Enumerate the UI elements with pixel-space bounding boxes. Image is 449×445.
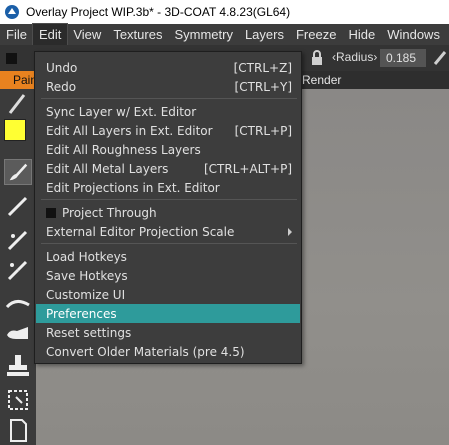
tab-render[interactable]: Render bbox=[302, 71, 341, 89]
menu-windows[interactable]: Windows bbox=[381, 24, 446, 45]
project-through-label: Project Through bbox=[62, 205, 157, 220]
menu-item-redo[interactable]: Redo [CTRL+Y] bbox=[36, 77, 300, 96]
radius-label-text: Radius bbox=[336, 50, 374, 64]
edit-roughness-label: Edit All Roughness Layers bbox=[46, 142, 201, 157]
document-icon[interactable] bbox=[4, 417, 32, 443]
load-hotkeys-label: Load Hotkeys bbox=[46, 249, 127, 264]
tab-paint[interactable]: Paint bbox=[0, 71, 34, 89]
title-bar: Overlay Project WIP.3b* - 3D-COAT 4.8.23… bbox=[0, 0, 449, 24]
menu-separator bbox=[41, 243, 297, 244]
color-swatch[interactable] bbox=[4, 119, 26, 141]
edit-projections-label: Edit Projections in Ext. Editor bbox=[46, 180, 220, 195]
smudge-icon[interactable] bbox=[4, 289, 32, 315]
edit-all-layers-shortcut: [CTRL+P] bbox=[234, 123, 292, 138]
edit-metal-label: Edit All Metal Layers bbox=[46, 161, 169, 176]
customize-ui-label: Customize UI bbox=[46, 287, 126, 302]
stamp-icon[interactable] bbox=[4, 353, 32, 379]
menu-textures[interactable]: Textures bbox=[107, 24, 168, 45]
menu-item-convert-materials[interactable]: Convert Older Materials (pre 4.5) bbox=[36, 342, 300, 361]
menu-item-project-through[interactable]: Project Through bbox=[36, 203, 300, 222]
submenu-arrow-icon bbox=[288, 227, 292, 236]
project-through-wrap: Project Through bbox=[46, 206, 157, 220]
preferences-label: Preferences bbox=[46, 306, 117, 321]
menu-item-customize-ui[interactable]: Customize UI bbox=[36, 285, 300, 304]
ext-projection-scale-label: External Editor Projection Scale bbox=[46, 224, 235, 239]
undo-label: Undo bbox=[46, 60, 78, 75]
menu-separator bbox=[41, 98, 297, 99]
undo-shortcut: [CTRL+Z] bbox=[233, 60, 292, 75]
select-region-icon[interactable] bbox=[4, 387, 32, 413]
menu-item-edit-projections[interactable]: Edit Projections in Ext. Editor bbox=[36, 178, 300, 197]
checkbox-icon[interactable] bbox=[46, 207, 56, 218]
pencil-icon[interactable] bbox=[4, 193, 32, 219]
menu-layers[interactable]: Layers bbox=[239, 24, 290, 45]
redo-label: Redo bbox=[46, 79, 77, 94]
convert-materials-label: Convert Older Materials (pre 4.5) bbox=[46, 344, 245, 359]
redo-shortcut: [CTRL+Y] bbox=[234, 79, 292, 94]
clone-icon[interactable] bbox=[4, 319, 32, 345]
brush-stroke-icon[interactable] bbox=[4, 91, 32, 117]
menu-freeze[interactable]: Freeze bbox=[290, 24, 342, 45]
menu-view[interactable]: View bbox=[67, 24, 107, 45]
menu-item-save-hotkeys[interactable]: Save Hotkeys bbox=[36, 266, 300, 285]
menu-item-preferences[interactable]: Preferences bbox=[36, 304, 300, 323]
pen-icon[interactable] bbox=[432, 49, 448, 67]
menu-edit[interactable]: Edit bbox=[31, 23, 69, 46]
menu-item-edit-roughness[interactable]: Edit All Roughness Layers bbox=[36, 140, 300, 159]
radius-label: ‹Radius› bbox=[332, 50, 378, 64]
edit-metal-shortcut: [CTRL+ALT+P] bbox=[203, 161, 292, 176]
menu-item-reset-settings[interactable]: Reset settings bbox=[36, 323, 300, 342]
radius-input[interactable]: 0.185 bbox=[380, 49, 426, 67]
menu-file[interactable]: File bbox=[0, 24, 33, 45]
menu-hide[interactable]: Hide bbox=[342, 24, 381, 45]
menu-item-edit-metal[interactable]: Edit All Metal Layers [CTRL+ALT+P] bbox=[36, 159, 300, 178]
edit-menu-dropdown: Undo [CTRL+Z] Redo [CTRL+Y] Sync Layer w… bbox=[34, 51, 302, 364]
sync-layer-label: Sync Layer w/ Ext. Editor bbox=[46, 104, 197, 119]
window-title: Overlay Project WIP.3b* - 3D-COAT 4.8.23… bbox=[26, 5, 291, 19]
lock-icon[interactable] bbox=[310, 50, 324, 66]
save-hotkeys-label: Save Hotkeys bbox=[46, 268, 128, 283]
menu-item-load-hotkeys[interactable]: Load Hotkeys bbox=[36, 247, 300, 266]
menu-item-sync-layer[interactable]: Sync Layer w/ Ext. Editor bbox=[36, 102, 300, 121]
airbrush-icon[interactable] bbox=[4, 227, 32, 253]
menu-item-undo[interactable]: Undo [CTRL+Z] bbox=[36, 58, 300, 77]
fill-brush-icon[interactable] bbox=[4, 257, 32, 283]
menu-bar: File Edit View Textures Symmetry Layers … bbox=[0, 23, 449, 46]
edit-all-layers-label: Edit All Layers in Ext. Editor bbox=[46, 123, 213, 138]
menu-symmetry[interactable]: Symmetry bbox=[168, 24, 239, 45]
menu-item-ext-projection-scale[interactable]: External Editor Projection Scale bbox=[36, 222, 300, 241]
menu-separator bbox=[41, 199, 297, 200]
reset-settings-label: Reset settings bbox=[46, 325, 132, 340]
app-logo-icon bbox=[5, 5, 19, 19]
paint-brush-icon[interactable] bbox=[4, 159, 32, 185]
menu-item-edit-all-layers[interactable]: Edit All Layers in Ext. Editor [CTRL+P] bbox=[36, 121, 300, 140]
toolbar-toggle-square[interactable] bbox=[6, 53, 17, 64]
left-tool-panel bbox=[0, 89, 36, 445]
